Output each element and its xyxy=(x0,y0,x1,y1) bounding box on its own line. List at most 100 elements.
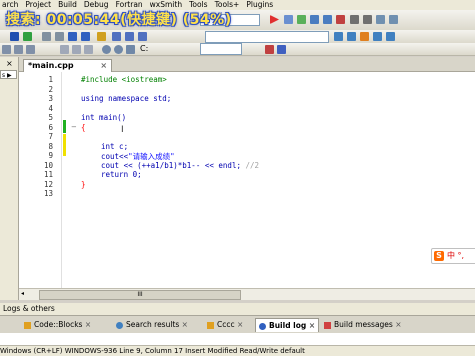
close-icon[interactable]: × xyxy=(309,321,315,330)
line-number: 12 xyxy=(43,179,53,189)
code-line-5: int main() xyxy=(81,113,127,122)
refresh-icon[interactable] xyxy=(23,32,32,41)
grid-icon[interactable] xyxy=(26,45,35,54)
toolbar-secondary xyxy=(0,30,475,44)
list-alt-icon[interactable] xyxy=(14,45,23,54)
code-line-6: { xyxy=(81,122,86,132)
tool-alt-icon[interactable] xyxy=(277,45,286,54)
step-icon[interactable] xyxy=(297,15,306,24)
log-tab-search-results[interactable]: Search results × xyxy=(116,318,188,331)
uncomment-icon[interactable] xyxy=(55,32,64,41)
stop-debug-icon[interactable] xyxy=(336,15,345,24)
code-line-11: return 0; xyxy=(101,170,142,179)
editor-tabbar: *main.cpp × xyxy=(19,57,475,72)
menu-plugins[interactable]: Plugins xyxy=(246,0,273,10)
run-icon[interactable] xyxy=(270,15,279,24)
match-brace-icon[interactable] xyxy=(81,32,90,41)
change-marker-unsaved xyxy=(63,134,66,156)
search-icon xyxy=(116,321,123,329)
close-icon[interactable]: × xyxy=(6,59,13,68)
close-icon[interactable]: × xyxy=(85,320,91,329)
document-icon xyxy=(207,321,214,329)
close-icon[interactable]: × xyxy=(237,320,243,329)
line-number: 7 xyxy=(48,132,53,141)
line-number: 13 xyxy=(43,189,53,198)
bookmark-icon[interactable] xyxy=(68,32,77,41)
code-line-10: cout << (++a1/b1)*b1-- << endl; //2 xyxy=(101,161,259,170)
log-tab-label: Code::Blocks xyxy=(34,320,83,329)
horizontal-scrollbar[interactable]: ◂ III xyxy=(19,288,475,300)
cc-symbol-icon[interactable] xyxy=(126,45,135,54)
close-icon[interactable]: × xyxy=(182,320,188,329)
step-out-icon[interactable] xyxy=(323,15,332,24)
log-tab-codeblocks[interactable]: Code::Blocks × xyxy=(24,318,91,331)
line-number: 2 xyxy=(48,84,53,94)
line-number: 8 xyxy=(48,141,53,151)
log-tab-label: Search results xyxy=(126,320,180,329)
highlight-icon[interactable] xyxy=(360,32,369,41)
ime-mode-label: 中 °, xyxy=(447,251,465,260)
logs-content xyxy=(0,333,475,345)
fold-minus-icon[interactable]: − xyxy=(71,123,77,131)
line-number-gutter: 1 2 3 4 5 6 7 8 9 10 11 12 13 xyxy=(19,72,62,288)
screen-recorder-overlay: 搜索: 00:05:44(快捷键) (54%) xyxy=(6,12,232,28)
code-line-8: int c; xyxy=(101,141,129,151)
log-tab-build-messages[interactable]: Build messages × xyxy=(324,318,402,331)
jump-forward-icon[interactable] xyxy=(347,32,356,41)
code-editor[interactable]: 1 2 3 4 5 6 7 8 9 10 11 12 13 − #include… xyxy=(19,72,475,288)
info-icon[interactable] xyxy=(389,15,398,24)
debug-window-icon[interactable] xyxy=(376,15,385,24)
close-icon[interactable]: × xyxy=(395,320,401,329)
log-tab-cccc[interactable]: Cccc × xyxy=(207,318,243,331)
line-number: 3 xyxy=(48,94,53,103)
last-icon[interactable] xyxy=(138,32,147,41)
scroll-left-icon[interactable]: ◂ xyxy=(21,290,24,297)
frame-icon[interactable] xyxy=(84,45,93,54)
prev-icon[interactable] xyxy=(112,32,121,41)
log-tab-build-log[interactable]: Build log × xyxy=(255,318,320,332)
replace-icon[interactable] xyxy=(386,32,395,41)
file-tab-main-cpp[interactable]: *main.cpp × xyxy=(23,59,113,72)
ime-logo-icon: S xyxy=(434,251,444,261)
code-completion-select[interactable] xyxy=(200,43,242,55)
list-icon[interactable] xyxy=(2,45,11,54)
scrollbar-thumb[interactable]: III xyxy=(39,290,241,300)
box-icon[interactable] xyxy=(60,45,69,54)
logs-panel-title: Logs & others xyxy=(0,303,475,315)
code-line-3: using namespace std; xyxy=(81,94,172,103)
line-number: 10 xyxy=(43,160,53,170)
tool-icon[interactable] xyxy=(265,45,274,54)
line-number: 11 xyxy=(43,170,53,179)
pause-icon[interactable] xyxy=(363,15,372,24)
code-line-10-expr: cout << (++a1/b1)*b1-- << endl; xyxy=(101,160,241,170)
log-tab-label: Build log xyxy=(269,321,307,330)
line-number: 6 xyxy=(48,122,53,132)
close-tab-icon[interactable]: × xyxy=(100,61,107,70)
scope-select[interactable] xyxy=(205,31,329,43)
cc-symbol-label: C: xyxy=(140,44,149,53)
box-alt-icon[interactable] xyxy=(72,45,81,54)
line-number: 9 xyxy=(48,151,53,160)
gear-icon xyxy=(259,322,266,330)
save-icon[interactable] xyxy=(10,32,19,41)
zoom-out-icon[interactable] xyxy=(114,45,123,54)
code-line-12: } xyxy=(81,179,86,189)
debug-icon[interactable] xyxy=(284,15,293,24)
jump-back-icon[interactable] xyxy=(334,32,343,41)
next-icon[interactable] xyxy=(125,32,134,41)
code-line-10-comment: //2 xyxy=(245,160,260,170)
change-marker-saved xyxy=(63,120,66,133)
comment-icon[interactable] xyxy=(42,32,51,41)
logs-tabbar: Code::Blocks × Search results × Cccc × B… xyxy=(0,315,475,333)
zoom-in-icon[interactable] xyxy=(102,45,111,54)
file-tab-label: *main.cpp xyxy=(28,61,74,70)
management-tab[interactable]: s ▶ xyxy=(0,70,17,79)
log-tab-label: Build messages xyxy=(334,320,393,329)
break-icon[interactable] xyxy=(350,15,359,24)
toolbar-tertiary: C: xyxy=(0,43,475,56)
find-icon[interactable] xyxy=(373,32,382,41)
management-panel: × s ▶ xyxy=(0,57,19,300)
step-into-icon[interactable] xyxy=(310,15,319,24)
wand-icon[interactable] xyxy=(97,32,106,41)
ime-indicator[interactable]: S 中 °, xyxy=(431,248,475,264)
